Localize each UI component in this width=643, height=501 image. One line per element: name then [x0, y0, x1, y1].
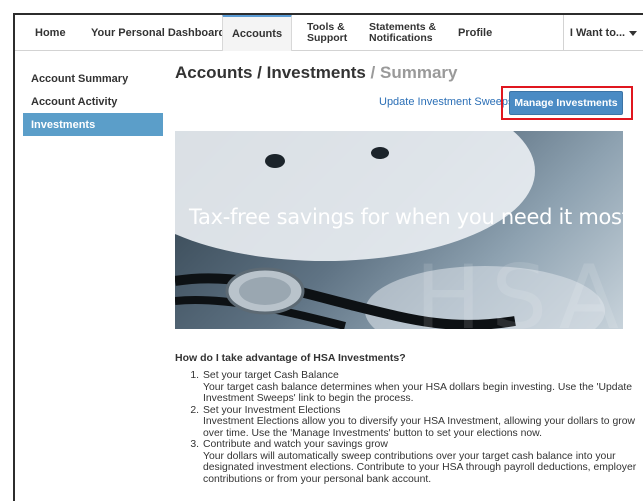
nav-dashboard[interactable]: Your Personal Dashboard — [91, 15, 225, 51]
banner-headline: Tax-free savings for when you need it mo… — [189, 205, 623, 229]
app-frame: Home Your Personal Dashboard Accounts To… — [13, 13, 643, 501]
step-text: Your target cash balance determines when… — [203, 381, 633, 405]
caret-down-icon — [629, 30, 638, 36]
step-number: 3. — [190, 439, 199, 450]
nav-statements[interactable]: Statements & Notifications — [369, 15, 436, 51]
nav-dashboard-label: Your Personal Dashboard — [91, 27, 226, 39]
sidebar-item-investments[interactable]: Investments — [23, 113, 163, 136]
nav-support-label: Support — [307, 32, 348, 44]
sidebar: Account Summary Account Activity Investm… — [23, 67, 163, 136]
sidebar-item-label: Account Activity — [31, 95, 118, 108]
sidebar-item-label: Investments — [31, 118, 96, 131]
sidebar-item-label: Account Summary — [31, 72, 129, 85]
page-title-main: Accounts / Investments — [175, 63, 366, 82]
update-investment-sweeps-link[interactable]: Update Investment Sweeps — [379, 96, 514, 108]
manage-investments-button[interactable]: Manage Investments — [509, 91, 623, 115]
list-item: 2. Set your Investment Elections Investm… — [175, 405, 643, 440]
banner-watermark: HSA — [415, 246, 623, 329]
sidebar-item-account-summary[interactable]: Account Summary — [23, 67, 163, 90]
nav-accounts-label: Accounts — [231, 28, 283, 40]
list-item: 1. Set your target Cash Balance Your tar… — [175, 370, 643, 405]
step-text: Investment Elections allow you to divers… — [203, 416, 635, 439]
nav-home-label: Home — [35, 27, 66, 39]
sidebar-item-account-activity[interactable]: Account Activity — [23, 90, 163, 113]
nav-profile-label: Profile — [458, 27, 493, 39]
step-title: Set your target Cash Balance — [203, 370, 339, 381]
step-title: Set your Investment Elections — [203, 404, 341, 416]
nav-tools-support[interactable]: Tools & Support — [307, 15, 347, 51]
step-number: 1. — [190, 370, 199, 381]
steps-list: 1. Set your target Cash Balance Your tar… — [175, 370, 643, 485]
top-nav: Home Your Personal Dashboard Accounts To… — [15, 15, 643, 51]
nav-notifications-label: Notifications — [369, 32, 433, 44]
step-number: 2. — [190, 404, 199, 416]
nav-profile[interactable]: Profile — [458, 15, 492, 51]
nav-home[interactable]: Home — [35, 15, 66, 51]
hsa-banner: HSA Tax-free savings for when you need i… — [175, 131, 623, 329]
step-title: Contribute and watch your savings grow — [203, 439, 388, 450]
list-item: 3. Contribute and watch your savings gro… — [175, 439, 643, 485]
step-text: Your dollars will automatically sweep co… — [203, 450, 637, 485]
faq-question: How do I take advantage of HSA Investmen… — [175, 352, 406, 364]
page-title-sep: / — [365, 63, 380, 82]
nav-accounts[interactable]: Accounts — [222, 15, 292, 51]
page-title: Accounts / Investments / Summary — [175, 63, 457, 83]
i-want-to-label: I Want to... — [569, 27, 626, 39]
page-title-muted: Summary — [380, 63, 458, 82]
i-want-to-dropdown[interactable]: I Want to... — [563, 15, 643, 51]
